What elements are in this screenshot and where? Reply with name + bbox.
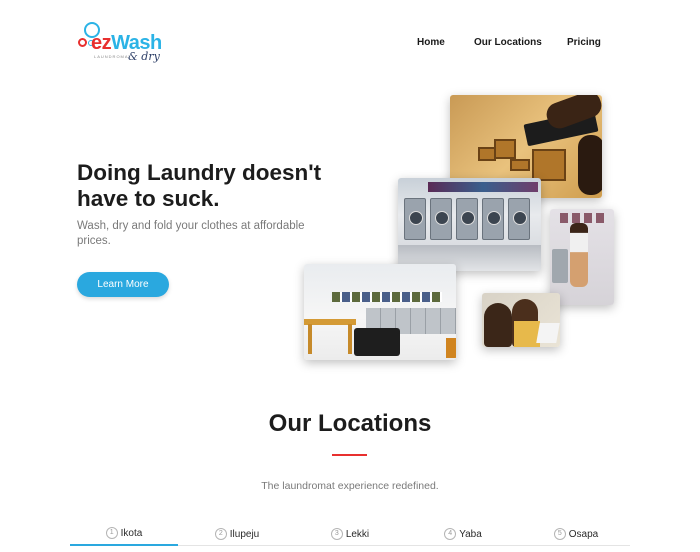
learn-more-button[interactable]: Learn More <box>77 272 169 297</box>
locations-subtitle: The laundromat experience redefined. <box>261 480 439 492</box>
tab-label: Ikota <box>120 527 143 539</box>
tab-osapa[interactable]: 5 Osapa <box>522 522 630 546</box>
brand-logo[interactable]: ezWash LAUNDROMAT & dry <box>76 20 166 66</box>
photo-customer-laundry <box>550 209 614 305</box>
tab-number-badge: 3 <box>330 528 343 540</box>
tab-label: Yaba <box>459 528 482 540</box>
photo-washer-row <box>398 178 541 271</box>
location-tabs: 1 Ikota 2 Ilupeju 3 Lekki 4 Yaba 5 Osapa <box>70 522 630 546</box>
tab-label: Osapa <box>568 528 599 540</box>
photo-lounge-interior <box>304 264 456 360</box>
tab-ikota[interactable]: 1 Ikota <box>70 522 178 546</box>
tab-yaba[interactable]: 4 Yaba <box>409 522 517 546</box>
locations-title: Our Locations <box>268 410 432 437</box>
tab-number-badge: 2 <box>214 528 227 540</box>
tab-number-badge: 1 <box>105 527 118 539</box>
nav-our-locations[interactable]: Our Locations <box>474 37 542 48</box>
tab-label: Ilupeju <box>229 528 260 540</box>
hero-title: Doing Laundry doesn't have to suck. <box>77 160 322 211</box>
hero-subtitle: Wash, dry and fold your clothes at affor… <box>77 220 305 247</box>
title-divider <box>332 454 367 456</box>
brand-tagline: LAUNDROMAT <box>94 54 132 59</box>
brand-script: & dry <box>128 50 160 63</box>
nav-pricing[interactable]: Pricing <box>567 37 601 48</box>
tab-ilupeju[interactable]: 2 Ilupeju <box>183 522 291 546</box>
tab-lekki[interactable]: 3 Lekki <box>296 522 404 546</box>
tab-label: Lekki <box>345 528 370 540</box>
tab-number-badge: 5 <box>553 528 566 540</box>
photo-customers-laptop <box>482 293 560 347</box>
nav-home[interactable]: Home <box>417 37 445 48</box>
bubble-icon <box>78 38 87 47</box>
tab-number-badge: 4 <box>444 528 457 540</box>
